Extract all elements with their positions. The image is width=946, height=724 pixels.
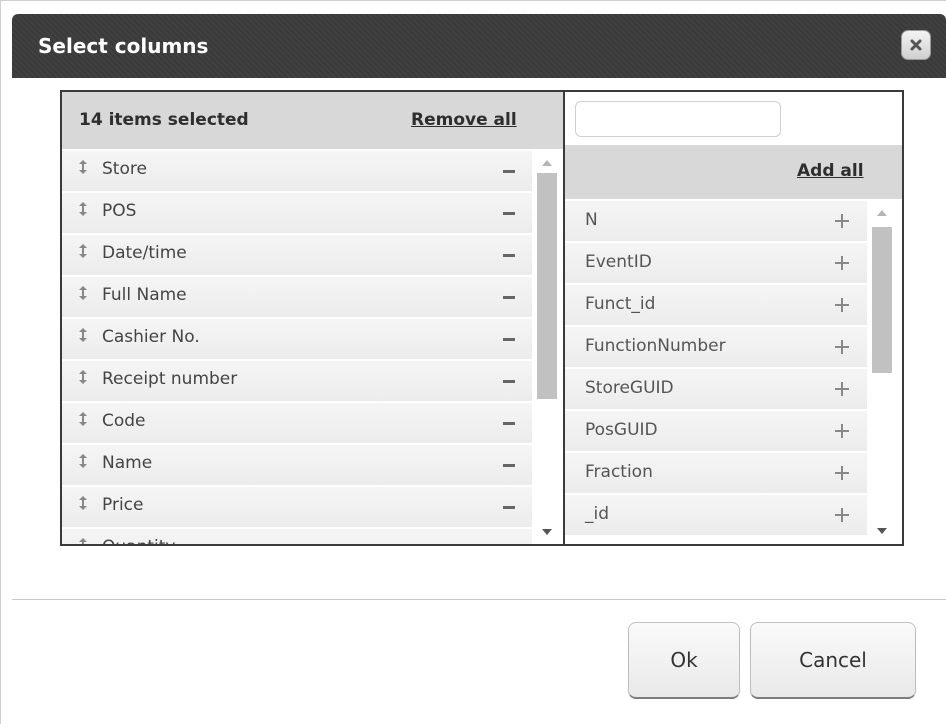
remove-item-icon[interactable] <box>503 422 515 425</box>
available-item[interactable]: Fraction <box>565 453 867 495</box>
selected-item-label: Cashier No. <box>102 327 200 347</box>
available-scroll-thumb[interactable] <box>872 227 892 373</box>
available-scrollbar[interactable] <box>868 201 898 544</box>
add-item-icon[interactable] <box>835 256 849 270</box>
selected-item[interactable]: Date/time <box>62 235 532 277</box>
selected-count: 14 items selected <box>79 110 249 130</box>
selected-item[interactable]: Code <box>62 403 532 445</box>
drag-handle-icon[interactable] <box>78 160 88 174</box>
column-multiselect: 14 items selected Remove all Store POS Dat… <box>60 90 904 546</box>
dialog-title: Select columns <box>38 34 209 58</box>
selected-columns-pane: 14 items selected Remove all Store POS Dat… <box>62 92 565 544</box>
drag-handle-icon[interactable] <box>78 202 88 216</box>
selected-item-label: Full Name <box>102 285 187 305</box>
close-button[interactable] <box>901 30 931 60</box>
remove-item-icon[interactable] <box>503 212 515 215</box>
selected-item-label: Quantity <box>102 537 175 544</box>
selected-item-label: Store <box>102 159 147 179</box>
available-item-label: _id <box>585 504 610 524</box>
scroll-up-icon[interactable] <box>542 159 552 167</box>
add-item-icon[interactable] <box>835 382 849 396</box>
remove-all-link[interactable]: Remove all <box>411 110 517 130</box>
selected-item[interactable]: Name <box>62 445 532 487</box>
remove-item-icon[interactable] <box>503 170 515 173</box>
selected-scroll-thumb[interactable] <box>537 173 557 399</box>
selected-item-label: Code <box>102 411 146 431</box>
available-item[interactable]: Funct_id <box>565 285 867 327</box>
selected-item[interactable]: Cashier No. <box>62 319 532 361</box>
available-item-label: PosGUID <box>585 420 658 440</box>
selected-item-label: POS <box>102 201 137 221</box>
available-item-label: EventID <box>585 252 652 272</box>
selected-item-label: Price <box>102 495 144 515</box>
drag-handle-icon[interactable] <box>78 328 88 342</box>
remove-item-icon[interactable] <box>503 506 515 509</box>
available-list: N EventID Funct_id FunctionNumber StoreGUID P… <box>565 201 867 544</box>
drag-handle-icon[interactable] <box>78 538 88 544</box>
scroll-up-icon[interactable] <box>877 209 887 217</box>
selected-item[interactable]: Price <box>62 487 532 529</box>
add-item-icon[interactable] <box>835 214 849 228</box>
selected-scrollbar[interactable] <box>533 151 561 544</box>
remove-item-icon[interactable] <box>503 380 515 383</box>
selected-item-label: Receipt number <box>102 369 238 389</box>
available-item[interactable]: _id <box>565 495 867 537</box>
add-item-icon[interactable] <box>835 466 849 480</box>
drag-handle-icon[interactable] <box>78 286 88 300</box>
available-item-label: FunctionNumber <box>585 336 726 356</box>
scroll-down-icon[interactable] <box>542 528 552 536</box>
add-item-icon[interactable] <box>835 298 849 312</box>
available-item[interactable]: PosGUID <box>565 411 867 453</box>
add-item-icon[interactable] <box>835 340 849 354</box>
selected-item[interactable]: Receipt number <box>62 361 532 403</box>
available-item-label: Funct_id <box>585 294 656 314</box>
selected-item[interactable]: Full Name <box>62 277 532 319</box>
remove-item-icon[interactable] <box>503 254 515 257</box>
search-input[interactable] <box>575 101 781 137</box>
drag-handle-icon[interactable] <box>78 244 88 258</box>
remove-item-icon[interactable] <box>503 296 515 299</box>
drag-handle-icon[interactable] <box>78 370 88 384</box>
selected-item[interactable]: POS <box>62 193 532 235</box>
selected-item-label: Name <box>102 453 153 473</box>
available-item[interactable]: StoreGUID <box>565 369 867 411</box>
cancel-button[interactable]: Cancel <box>750 622 916 699</box>
available-header: Add all <box>565 145 902 199</box>
scroll-down-icon[interactable] <box>877 527 887 535</box>
add-all-link[interactable]: Add all <box>797 161 864 181</box>
selected-item[interactable]: Quantity <box>62 529 532 544</box>
close-icon <box>910 39 922 51</box>
available-columns-pane: Add all N EventID Funct_id FunctionNumber St… <box>565 92 902 544</box>
available-item-label: StoreGUID <box>585 378 674 398</box>
available-item[interactable]: N <box>565 201 867 243</box>
selected-list: Store POS Date/time Full Name Cashier No. Rec… <box>62 151 532 544</box>
ok-button[interactable]: Ok <box>628 622 740 699</box>
footer-divider <box>12 599 946 600</box>
available-item[interactable]: FunctionNumber <box>565 327 867 369</box>
add-item-icon[interactable] <box>835 508 849 522</box>
drag-handle-icon[interactable] <box>78 412 88 426</box>
drag-handle-icon[interactable] <box>78 496 88 510</box>
remove-item-icon[interactable] <box>503 338 515 341</box>
add-item-icon[interactable] <box>835 424 849 438</box>
remove-item-icon[interactable] <box>503 464 515 467</box>
available-item-label: N <box>585 210 598 230</box>
selected-header: 14 items selected Remove all <box>62 92 563 151</box>
selected-item[interactable]: Store <box>62 151 532 193</box>
available-item-label: Fraction <box>585 462 653 482</box>
drag-handle-icon[interactable] <box>78 454 88 468</box>
selected-item-label: Date/time <box>102 243 187 263</box>
available-item[interactable]: EventID <box>565 243 867 285</box>
